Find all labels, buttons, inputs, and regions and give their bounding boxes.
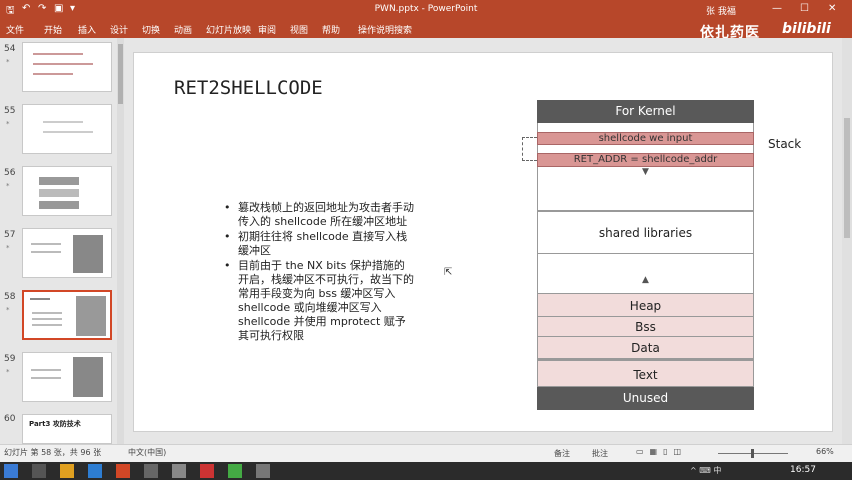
bullet-list[interactable]: • 篡改栈帧上的返回地址为攻击者手动传入的 shellcode 所在缓冲区地址 •… <box>224 201 414 344</box>
return-arrow <box>522 137 537 161</box>
browser-icon[interactable] <box>88 464 102 478</box>
clock[interactable]: 16:57 <box>790 465 816 475</box>
tab-file[interactable]: 文件 <box>6 23 24 36</box>
system-tray[interactable]: ^ ⌨ 中 <box>690 465 721 476</box>
slide-thumbnail-panel: 54 * 55 * 56 * 57 * 58 * 59 * 60 Part3 攻… <box>0 38 124 444</box>
thumb-number: 60 <box>4 414 16 424</box>
memory-shellcode-block[interactable]: shellcode we input <box>537 132 754 145</box>
app-icon[interactable] <box>172 464 186 478</box>
windows-taskbar: ^ ⌨ 中 16:57 <box>0 462 852 480</box>
slide-thumbnail-57[interactable] <box>22 228 112 278</box>
memory-kernel-block[interactable]: For Kernel <box>537 100 754 123</box>
tab-view[interactable]: 视图 <box>290 23 308 36</box>
bullet-item: • 初期往往将 shellcode 直接写入栈缓冲区 <box>224 230 408 257</box>
tab-slideshow[interactable]: 幻灯片放映 <box>206 23 251 36</box>
slide-title[interactable]: RET2SHELLCODE <box>174 77 323 99</box>
tab-transitions[interactable]: 切换 <box>142 23 160 36</box>
zoom-level[interactable]: 66% <box>816 447 834 456</box>
mouse-cursor-icon: ⇱ <box>444 267 453 278</box>
thumb-number: 54 <box>4 44 16 54</box>
view-buttons[interactable]: ▭▦▯◫ <box>636 447 687 456</box>
thumb-star: * <box>6 182 10 190</box>
zoom-slider-handle[interactable] <box>751 449 754 458</box>
thumb-number: 58 <box>4 292 16 302</box>
powerpoint-icon[interactable] <box>116 464 130 478</box>
canvas-scrollbar[interactable] <box>842 38 852 444</box>
slide-thumbnail-56[interactable] <box>22 166 112 216</box>
title-bar: 🖫 ↶ ↷ ▣ ▾ PWN.pptx - PowerPoint 张 我福 — ☐… <box>0 0 852 20</box>
comments-button[interactable]: 批注 <box>592 448 608 459</box>
memory-ret-addr-block[interactable]: RET_ADDR = shellcode_addr <box>537 153 754 167</box>
bilibili-logo: bilibili <box>782 21 831 37</box>
stack-label[interactable]: Stack <box>768 137 801 151</box>
bullet-item: • 篡改栈帧上的返回地址为攻击者手动传入的 shellcode 所在缓冲区地址 <box>224 201 414 228</box>
slide-thumbnail-54[interactable] <box>22 42 112 92</box>
slide-thumbnail-60[interactable]: Part3 攻防技术 <box>22 414 112 444</box>
memory-heap-block[interactable]: Heap <box>537 293 754 317</box>
thumbnail-scrollbar[interactable] <box>117 38 124 444</box>
tab-home[interactable]: 开始 <box>44 23 62 36</box>
slide-thumbnail-55[interactable] <box>22 104 112 154</box>
thumb-number: 56 <box>4 168 16 178</box>
bullet-item: • 目前由于 the NX bits 保护措施的开启，栈缓冲区不可执行，故当下的常… <box>224 259 414 342</box>
app-icon[interactable] <box>200 464 214 478</box>
editing-canvas: RET2SHELLCODE • 篡改栈帧上的返回地址为攻击者手动传入的 shell… <box>124 38 852 444</box>
tab-animations[interactable]: 动画 <box>174 23 192 36</box>
notes-button[interactable]: 备注 <box>554 448 570 459</box>
memory-shared-libraries-block[interactable]: shared libraries <box>537 211 754 254</box>
slide-thumbnail-59[interactable] <box>22 352 112 402</box>
start-icon[interactable] <box>4 464 18 478</box>
tab-insert[interactable]: 插入 <box>78 23 96 36</box>
arrow-down-icon: ▼ <box>642 167 649 177</box>
tell-me-search[interactable]: 操作说明搜索 <box>358 23 412 36</box>
language-indicator[interactable]: 中文(中国) <box>128 447 166 458</box>
slide[interactable]: RET2SHELLCODE • 篡改栈帧上的返回地址为攻击者手动传入的 shell… <box>133 52 833 432</box>
thumb-number: 55 <box>4 106 16 116</box>
memory-text-block[interactable]: Text <box>537 359 754 387</box>
slide-counter: 幻灯片 第 58 张，共 96 张 <box>4 448 102 457</box>
thumb-star: * <box>6 58 10 66</box>
memory-bss-block[interactable]: Bss <box>537 317 754 337</box>
app-icon[interactable] <box>256 464 270 478</box>
arrow-up-icon: ▲ <box>642 275 649 285</box>
memory-data-block[interactable]: Data <box>537 337 754 359</box>
user-name[interactable]: 张 我福 <box>706 4 736 17</box>
slide-thumbnail-58[interactable] <box>22 290 112 340</box>
tab-design[interactable]: 设计 <box>110 23 128 36</box>
thumb-star: * <box>6 244 10 252</box>
thumb-star: * <box>6 368 10 376</box>
maximize-icon[interactable]: ☐ <box>800 3 809 14</box>
memory-gap-block[interactable] <box>537 254 754 293</box>
thumb-number: 57 <box>4 230 16 240</box>
thumb-number: 59 <box>4 354 16 364</box>
search-icon[interactable] <box>32 464 46 478</box>
thumb-preview-text: Part3 攻防技术 <box>29 420 81 428</box>
close-icon[interactable]: ✕ <box>828 3 836 14</box>
tab-help[interactable]: 帮助 <box>322 23 340 36</box>
tab-review[interactable]: 审阅 <box>258 23 276 36</box>
explorer-icon[interactable] <box>60 464 74 478</box>
minimize-icon[interactable]: — <box>772 3 782 14</box>
memory-unused-block[interactable]: Unused <box>537 387 754 410</box>
thumb-star: * <box>6 120 10 128</box>
thumb-star: * <box>6 306 10 314</box>
app-icon[interactable] <box>228 464 242 478</box>
terminal-icon[interactable] <box>144 464 158 478</box>
